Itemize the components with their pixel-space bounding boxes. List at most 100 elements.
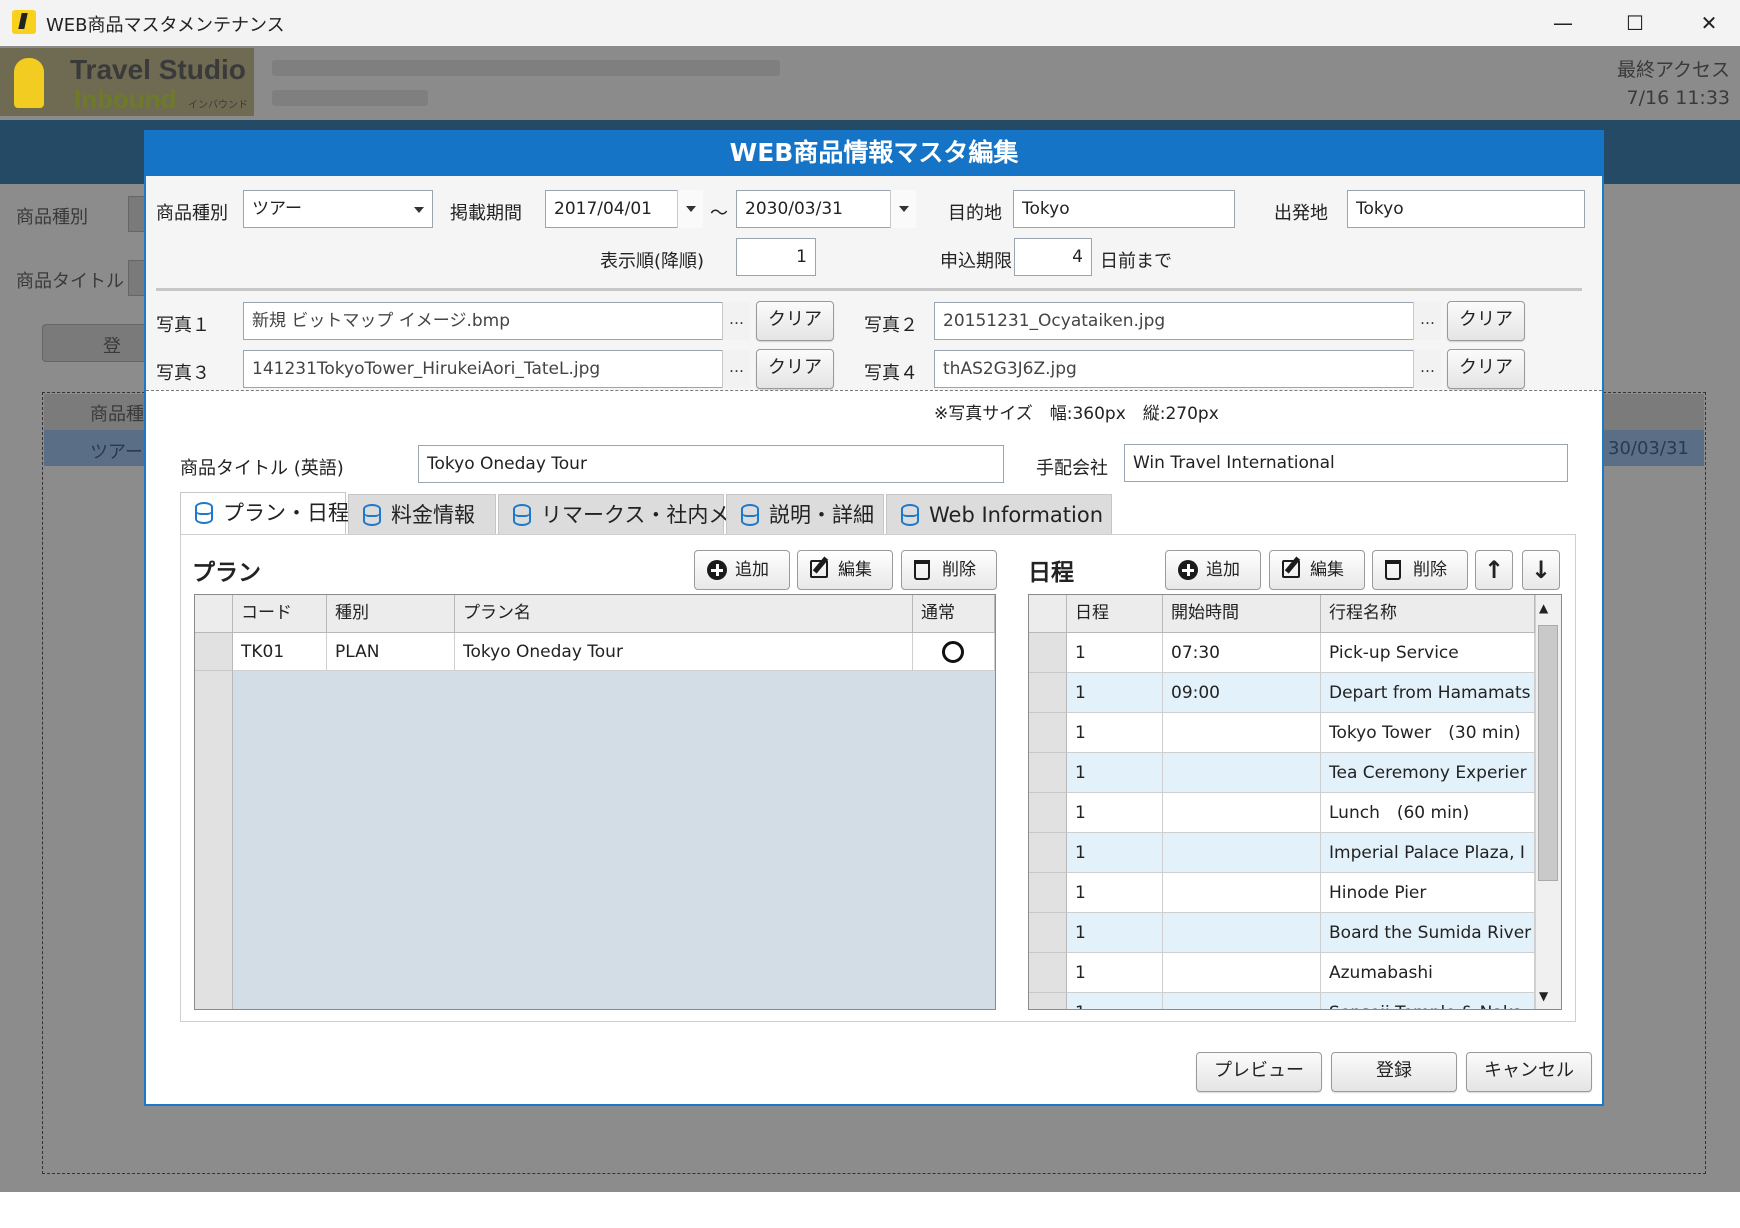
schedule-cell-name[interactable]: Imperial Palace Plaza, I	[1321, 833, 1535, 873]
tab-description[interactable]: 説明・詳細	[726, 494, 884, 534]
plan-row-selector[interactable]	[195, 633, 233, 671]
maximize-button[interactable]: ☐	[1612, 6, 1658, 40]
move-down-button[interactable]: ↓	[1522, 550, 1560, 590]
period-from-dropdown[interactable]	[677, 190, 703, 228]
schedule-cell-time[interactable]	[1163, 793, 1321, 833]
scroll-up-arrow[interactable]: ▲	[1539, 601, 1548, 615]
schedule-col-name[interactable]: 行程名称	[1321, 595, 1535, 633]
period-to-input[interactable]: 2030/03/31	[736, 190, 916, 228]
display-order-input[interactable]: 1	[736, 238, 816, 276]
database-icon	[901, 504, 919, 526]
schedule-cell-time[interactable]	[1163, 833, 1321, 873]
tab-pricing[interactable]: 料金情報	[348, 494, 496, 534]
destination-input[interactable]: Tokyo	[1013, 190, 1235, 228]
photo2-clear-button[interactable]: クリア	[1447, 301, 1525, 341]
schedule-row-selector[interactable]	[1029, 833, 1067, 873]
schedule-row-selector[interactable]	[1029, 673, 1067, 713]
schedule-cell-name[interactable]: Tea Ceremony Experier	[1321, 753, 1535, 793]
schedule-cell-name[interactable]: Board the Sumida River	[1321, 913, 1535, 953]
photo4-clear-button[interactable]: クリア	[1447, 349, 1525, 389]
cancel-button[interactable]: キャンセル	[1466, 1052, 1592, 1092]
tab-remarks[interactable]: リマークス・社内メモ	[498, 494, 750, 534]
plan-col-type[interactable]: 種別	[327, 595, 455, 633]
schedule-cell-time[interactable]	[1163, 993, 1321, 1009]
scrollbar-thumb[interactable]	[1538, 625, 1558, 881]
plan-add-button[interactable]: 追加	[694, 550, 790, 590]
departure-input[interactable]: Tokyo	[1347, 190, 1585, 228]
schedule-cell-day[interactable]: 1	[1067, 993, 1163, 1009]
schedule-cell-day[interactable]: 1	[1067, 633, 1163, 673]
schedule-row-selector[interactable]	[1029, 753, 1067, 793]
photo4-input[interactable]: thAS2G3J6Z.jpg	[934, 350, 1414, 388]
schedule-cell-time[interactable]	[1163, 713, 1321, 753]
schedule-cell-name[interactable]: Sensoji Temple & Naka	[1321, 993, 1535, 1009]
plan-cell-code[interactable]: TK01	[233, 633, 327, 671]
plan-col-name[interactable]: プラン名	[455, 595, 913, 633]
schedule-row-selector[interactable]	[1029, 873, 1067, 913]
scroll-down-arrow[interactable]: ▼	[1539, 989, 1548, 1003]
schedule-cell-day[interactable]: 1	[1067, 913, 1163, 953]
schedule-cell-day[interactable]: 1	[1067, 873, 1163, 913]
normal-circle-icon	[942, 641, 964, 663]
schedule-cell-name[interactable]: Hinode Pier	[1321, 873, 1535, 913]
schedule-add-button[interactable]: 追加	[1165, 550, 1261, 590]
schedule-cell-name[interactable]: Lunch (60 min)	[1321, 793, 1535, 833]
schedule-cell-day[interactable]: 1	[1067, 833, 1163, 873]
photo3-clear-button[interactable]: クリア	[756, 349, 834, 389]
photo4-label: 写真４	[864, 363, 918, 384]
photo3-input[interactable]: 141231TokyoTower_HirukeiAori_TateL.jpg	[243, 350, 723, 388]
schedule-edit-button[interactable]: 編集	[1269, 550, 1365, 590]
schedule-cell-time[interactable]	[1163, 873, 1321, 913]
photo1-input[interactable]: 新規 ビットマップ イメージ.bmp	[243, 302, 723, 340]
schedule-cell-day[interactable]: 1	[1067, 793, 1163, 833]
tab-plan-schedule[interactable]: プラン・日程	[180, 492, 349, 534]
plan-cell-name[interactable]: Tokyo Oneday Tour	[455, 633, 913, 671]
photo1-clear-button[interactable]: クリア	[756, 301, 834, 341]
schedule-col-day[interactable]: 日程	[1067, 595, 1163, 633]
schedule-cell-name[interactable]: Pick-up Service	[1321, 633, 1535, 673]
schedule-cell-day[interactable]: 1	[1067, 713, 1163, 753]
product-type-select[interactable]: ツアー	[243, 190, 433, 228]
agency-input[interactable]: Win Travel International	[1124, 444, 1568, 482]
plan-delete-button[interactable]: 削除	[901, 550, 997, 590]
schedule-cell-name[interactable]: Azumabashi	[1321, 953, 1535, 993]
schedule-row-selector[interactable]	[1029, 713, 1067, 753]
photo4-browse-button[interactable]: …	[1413, 350, 1441, 388]
schedule-row-selector[interactable]	[1029, 913, 1067, 953]
tab-web-information[interactable]: Web Information	[886, 494, 1112, 534]
plan-cell-normal[interactable]	[913, 633, 995, 671]
plan-col-code[interactable]: コード	[233, 595, 327, 633]
close-button[interactable]: ✕	[1686, 6, 1732, 40]
schedule-cell-time[interactable]	[1163, 953, 1321, 993]
add-icon	[707, 560, 727, 580]
register-button[interactable]: 登録	[1331, 1052, 1457, 1092]
plan-edit-button[interactable]: 編集	[797, 550, 893, 590]
deadline-input[interactable]: 4	[1014, 238, 1092, 276]
schedule-cell-time[interactable]	[1163, 753, 1321, 793]
schedule-cell-day[interactable]: 1	[1067, 673, 1163, 713]
minimize-button[interactable]: —	[1540, 6, 1586, 40]
period-to-dropdown[interactable]	[890, 190, 916, 228]
schedule-cell-name[interactable]: Depart from Hamamats	[1321, 673, 1535, 713]
schedule-cell-time[interactable]: 09:00	[1163, 673, 1321, 713]
schedule-cell-time[interactable]	[1163, 913, 1321, 953]
schedule-row-selector[interactable]	[1029, 993, 1067, 1009]
plan-col-normal[interactable]: 通常	[913, 595, 995, 633]
schedule-row-selector[interactable]	[1029, 633, 1067, 673]
schedule-cell-day[interactable]: 1	[1067, 753, 1163, 793]
photo2-browse-button[interactable]: …	[1413, 302, 1441, 340]
schedule-cell-day[interactable]: 1	[1067, 953, 1163, 993]
move-up-button[interactable]: ↑	[1475, 550, 1513, 590]
schedule-delete-button[interactable]: 削除	[1372, 550, 1468, 590]
schedule-cell-name[interactable]: Tokyo Tower (30 min)	[1321, 713, 1535, 753]
plan-cell-type[interactable]: PLAN	[327, 633, 455, 671]
title-en-input[interactable]: Tokyo Oneday Tour	[418, 445, 1004, 483]
schedule-row-selector[interactable]	[1029, 793, 1067, 833]
photo1-browse-button[interactable]: …	[722, 302, 750, 340]
photo2-input[interactable]: 20151231_Ocyataiken.jpg	[934, 302, 1414, 340]
photo3-browse-button[interactable]: …	[722, 350, 750, 388]
schedule-row-selector[interactable]	[1029, 953, 1067, 993]
schedule-col-time[interactable]: 開始時間	[1163, 595, 1321, 633]
preview-button[interactable]: プレビュー	[1196, 1052, 1322, 1092]
schedule-cell-time[interactable]: 07:30	[1163, 633, 1321, 673]
